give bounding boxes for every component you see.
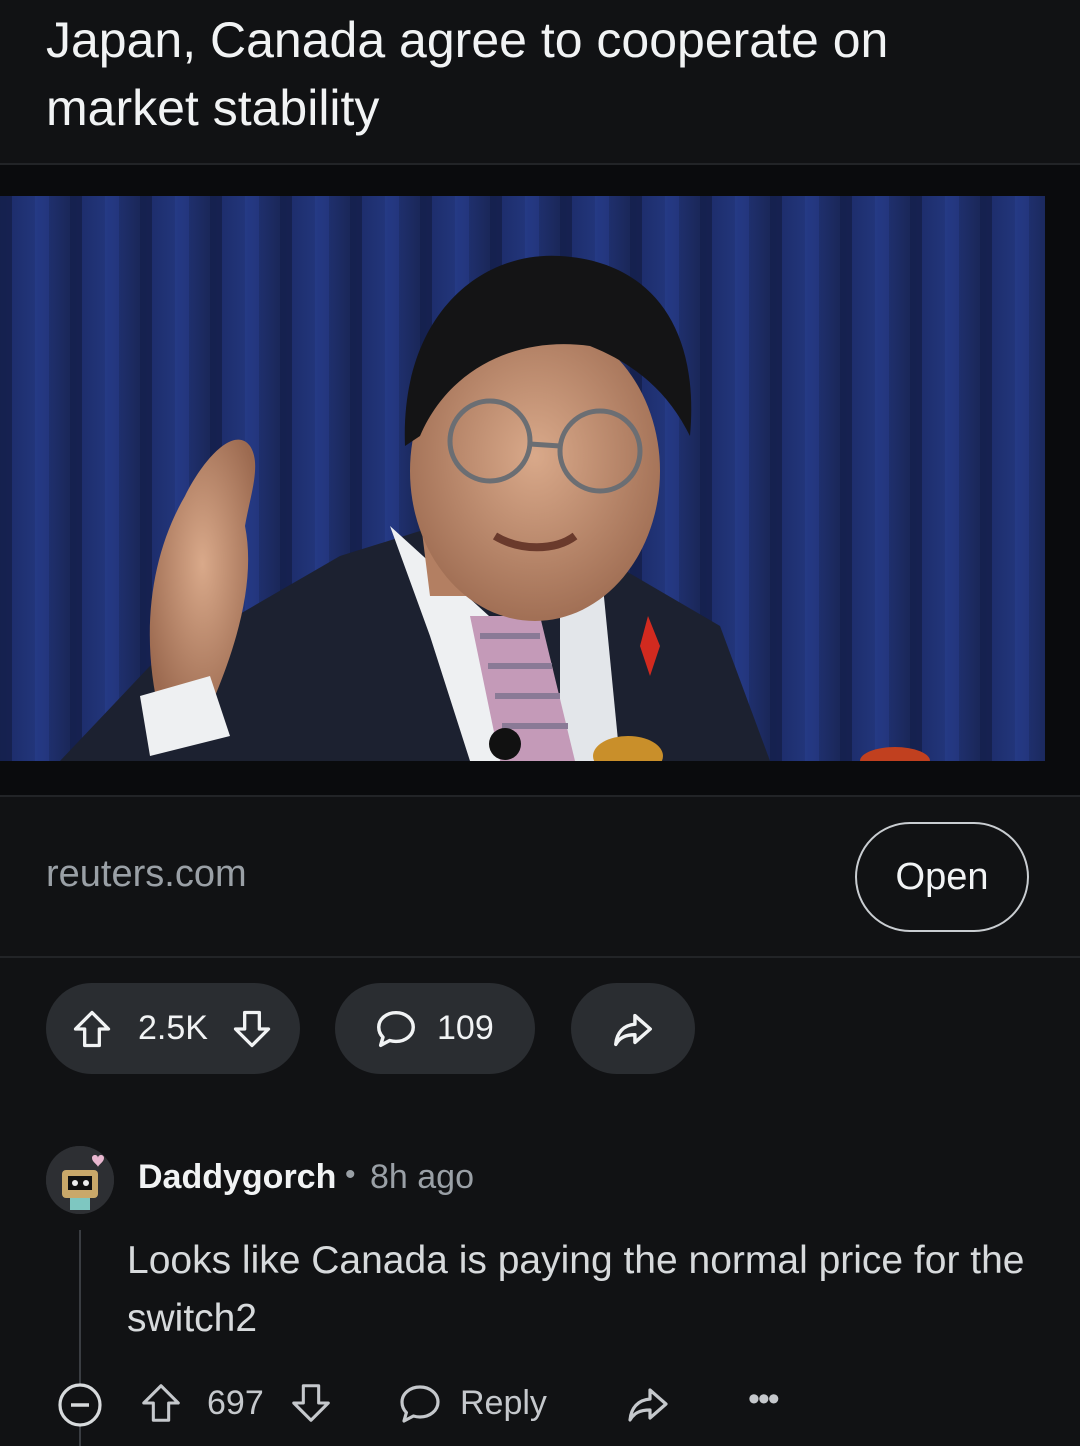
comment-count: 109 <box>437 1009 494 1047</box>
divider <box>0 956 1080 958</box>
avatar[interactable] <box>46 1146 114 1214</box>
comment-actions: 697 Reply ••• <box>0 1370 1080 1440</box>
collapse-minus-icon[interactable] <box>56 1381 104 1429</box>
comment-score: 697 <box>207 1384 264 1422</box>
post-header: Japan, Canada agree to cooperate on mark… <box>0 0 1080 165</box>
downvote-arrow-icon[interactable] <box>288 1380 334 1426</box>
upvote-arrow-icon[interactable] <box>138 1380 184 1426</box>
share-arrow-icon <box>610 1006 656 1052</box>
comment-body: Looks like Canada is paying the normal p… <box>127 1239 1025 1340</box>
speech-bubble-icon[interactable] <box>396 1380 444 1428</box>
separator: • <box>345 1158 356 1191</box>
link-preview-row: reuters.com Open <box>0 797 1080 957</box>
upvote-arrow-icon[interactable] <box>70 1007 114 1051</box>
share-button[interactable] <box>571 983 695 1074</box>
open-link-button[interactable]: Open <box>855 822 1029 932</box>
share-arrow-icon[interactable] <box>624 1380 672 1428</box>
comments-button[interactable]: 109 <box>335 983 535 1074</box>
vote-pill: 2.5K <box>46 983 300 1074</box>
post-image[interactable] <box>0 196 1045 761</box>
downvote-arrow-icon[interactable] <box>230 1007 274 1051</box>
comment: Daddygorch • 8h ago Looks like Canada is… <box>0 1140 1080 1446</box>
link-domain[interactable]: reuters.com <box>46 853 247 896</box>
post-title[interactable]: Japan, Canada agree to cooperate on mark… <box>46 6 1046 142</box>
more-dots-icon[interactable]: ••• <box>748 1380 780 1419</box>
reply-button[interactable]: Reply <box>460 1384 547 1423</box>
comment-timestamp: 8h ago <box>370 1158 474 1196</box>
speech-bubble-icon <box>373 1006 419 1052</box>
comment-username[interactable]: Daddygorch <box>138 1158 336 1197</box>
post-media[interactable] <box>0 165 1080 795</box>
post-score: 2.5K <box>138 1009 208 1047</box>
